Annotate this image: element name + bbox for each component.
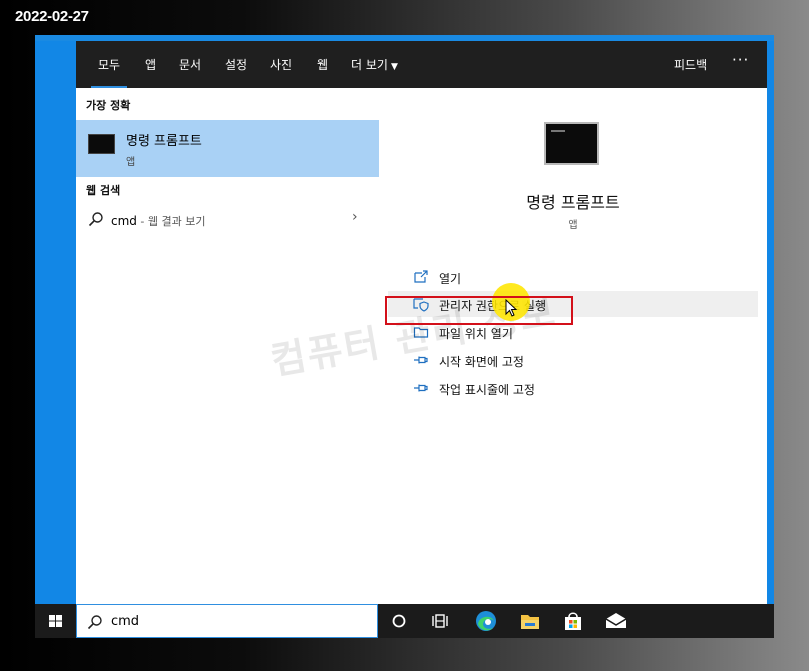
action-pin-to-start[interactable]: 시작 화면에 고정 [388, 347, 758, 373]
detail-app-type: 앱 [568, 220, 578, 231]
action-run-as-admin[interactable]: 관리자 권한으로 실행 [388, 291, 758, 317]
search-input[interactable] [111, 614, 361, 629]
action-pin-to-start-label: 시작 화면에 고정 [439, 355, 524, 369]
tab-all[interactable]: 모두 [90, 56, 128, 89]
search-filter-bar: 모두 앱 문서 설정 사진 웹 더 보기 ▼ 피드백 ··· [76, 41, 767, 89]
pin-icon [414, 356, 428, 364]
best-match-name: 명령 프롬프트 [126, 134, 202, 149]
search-icon [88, 212, 103, 227]
tab-settings[interactable]: 설정 [225, 56, 247, 73]
action-open[interactable]: 열기 [388, 264, 758, 290]
action-run-as-admin-label: 관리자 권한으로 실행 [439, 299, 546, 313]
date-stamp: 2022-02-27 [15, 8, 89, 25]
tab-more[interactable]: 더 보기 ▼ [351, 56, 398, 73]
action-pin-to-taskbar-label: 작업 표시줄에 고정 [439, 383, 535, 397]
action-pin-to-taskbar[interactable]: 작업 표시줄에 고정 [388, 375, 758, 401]
store-icon [565, 612, 581, 630]
cortana-icon [392, 614, 406, 628]
pin-icon [414, 384, 428, 392]
task-view-icon [432, 614, 448, 628]
mail-button[interactable] [599, 604, 633, 638]
command-prompt-large-icon [544, 122, 599, 165]
more-options-button[interactable]: ··· [732, 51, 749, 69]
tab-more-label: 더 보기 [351, 58, 388, 72]
detail-pane: 명령 프롬프트 앱 열기 관리자 권한으로 실행 파일 위치 열기 시작 화면에… [379, 88, 767, 604]
tab-apps[interactable]: 앱 [145, 56, 156, 73]
cortana-button[interactable] [382, 604, 416, 638]
start-search-panel: 모두 앱 문서 설정 사진 웹 더 보기 ▼ 피드백 ··· 가장 정확 명령 프… [76, 41, 767, 604]
web-query-text: cmd [111, 214, 137, 228]
web-search-heading: 웹 검색 [86, 184, 121, 197]
search-icon [87, 615, 102, 630]
tab-documents[interactable]: 문서 [179, 56, 201, 73]
shield-icon [413, 298, 429, 312]
action-open-file-location[interactable]: 파일 위치 열기 [388, 319, 758, 345]
detail-app-name: 명령 프롬프트 [526, 193, 620, 212]
edge-icon [476, 611, 496, 631]
file-explorer-button[interactable] [513, 604, 547, 638]
desktop: 모두 앱 문서 설정 사진 웹 더 보기 ▼ 피드백 ··· 가장 정확 명령 프… [35, 35, 774, 638]
file-explorer-icon [521, 615, 539, 629]
results-list: 가장 정확 명령 프롬프트 앱 웹 검색 cmd - 웹 결과 보기 › [76, 88, 379, 604]
chevron-right-icon: › [352, 209, 358, 225]
action-open-label: 열기 [439, 272, 462, 286]
feedback-button[interactable]: 피드백 [674, 56, 707, 73]
caret-down-icon: ▼ [390, 62, 398, 72]
command-prompt-icon [88, 134, 115, 154]
windows-logo-icon [49, 615, 62, 627]
folder-icon [413, 327, 429, 338]
web-query-suffix: - 웹 결과 보기 [136, 215, 206, 228]
start-button[interactable] [35, 604, 76, 638]
tab-web[interactable]: 웹 [317, 56, 328, 73]
mail-icon [605, 613, 627, 628]
web-search-query: cmd - 웹 결과 보기 [111, 213, 205, 229]
best-match-heading: 가장 정확 [86, 99, 131, 112]
store-button[interactable] [556, 604, 590, 638]
action-open-file-location-label: 파일 위치 열기 [439, 327, 513, 341]
task-view-button[interactable] [425, 604, 459, 638]
web-search-result[interactable]: cmd - 웹 결과 보기 › [76, 206, 379, 234]
taskbar-search-box[interactable] [76, 604, 378, 638]
taskbar [35, 604, 774, 638]
open-icon [414, 270, 428, 283]
edge-button[interactable] [469, 604, 503, 638]
tab-photos[interactable]: 사진 [270, 56, 292, 73]
best-match-item[interactable]: 명령 프롬프트 앱 [76, 120, 379, 177]
best-match-type: 앱 [126, 157, 136, 168]
mouse-pointer-icon [505, 299, 518, 317]
